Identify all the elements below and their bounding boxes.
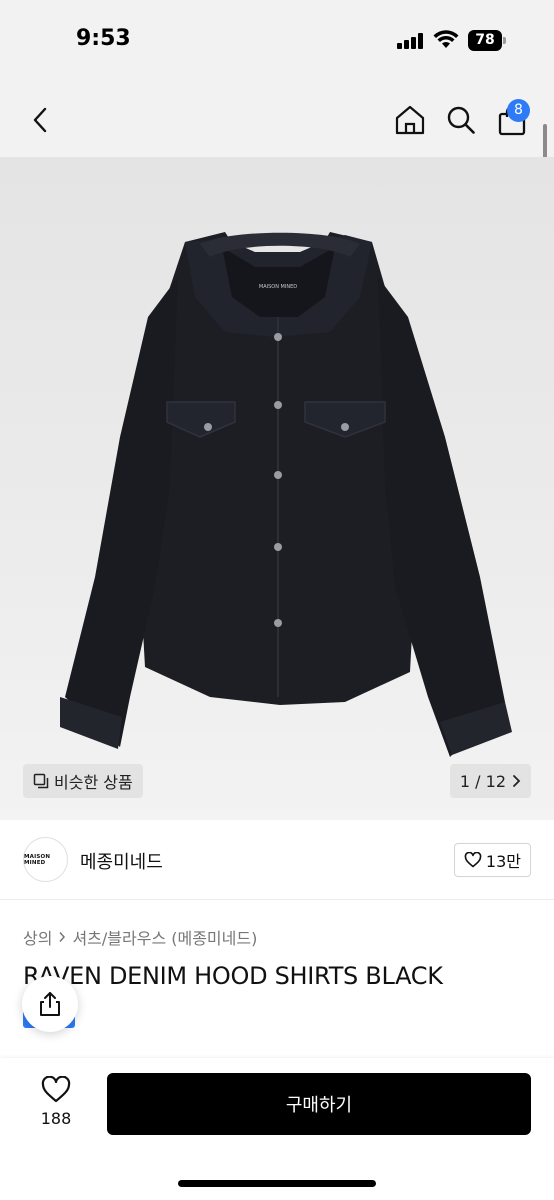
similar-products-button[interactable]: 비슷한 상품 [23, 764, 143, 798]
image-counter: 1 / 12 [459, 771, 506, 791]
similar-products-label: 비슷한 상품 [54, 773, 133, 792]
search-icon [447, 106, 475, 134]
bottom-action-bar: 188 구매하기 [0, 1058, 554, 1200]
wishlist-count: 188 [40, 1109, 72, 1128]
buy-button[interactable]: 구매하기 [107, 1073, 531, 1135]
cart-count-badge: 8 [507, 99, 530, 122]
heart-icon [464, 852, 482, 868]
product-title: RAVEN DENIM HOOD SHIRTS BLACK [23, 962, 443, 990]
brand-like-button[interactable]: 13만 [453, 843, 531, 877]
signal-icon [397, 33, 425, 49]
garment-logo: MAISON MINED [259, 284, 297, 290]
status-bar: 9:53 78 [0, 0, 554, 84]
breadcrumb-category[interactable]: 상의 [23, 925, 52, 949]
home-indicator [178, 1180, 376, 1187]
brand-row[interactable]: MAISON MINED 메종미네드 13만 [0, 820, 554, 900]
chevron-right-icon [59, 932, 66, 942]
share-button[interactable] [22, 976, 78, 1032]
home-button[interactable] [390, 100, 430, 140]
share-icon [40, 992, 60, 1016]
nav-bar: 8 [0, 84, 554, 157]
breadcrumb-subcategory[interactable]: 셔츠/블라우스 (메종미네드) [72, 925, 257, 949]
wifi-icon [433, 30, 459, 50]
chevron-left-icon [33, 107, 47, 133]
back-button[interactable] [22, 102, 58, 138]
battery-level: 78 [468, 30, 502, 51]
product-photo: MAISON MINED [60, 232, 512, 757]
breadcrumb: 상의 셔츠/블라우스 (메종미네드) [23, 925, 257, 949]
battery-icon: 78 [468, 30, 506, 51]
heart-icon [41, 1076, 71, 1103]
copy-icon [33, 773, 49, 789]
brand-logo[interactable]: MAISON MINED [23, 837, 68, 882]
product-image-gallery[interactable]: MAISON MINED 비슷한 상품 1 / 12 [0, 157, 554, 820]
status-time: 9:53 [76, 26, 131, 51]
image-counter-button[interactable]: 1 / 12 [449, 764, 531, 798]
chevron-right-icon [513, 775, 521, 787]
brand-like-count: 13만 [485, 852, 521, 871]
brand-name[interactable]: 메종미네드 [80, 848, 163, 874]
wishlist-button[interactable]: 188 [26, 1076, 86, 1136]
search-button[interactable] [441, 100, 481, 140]
home-icon [395, 105, 425, 135]
